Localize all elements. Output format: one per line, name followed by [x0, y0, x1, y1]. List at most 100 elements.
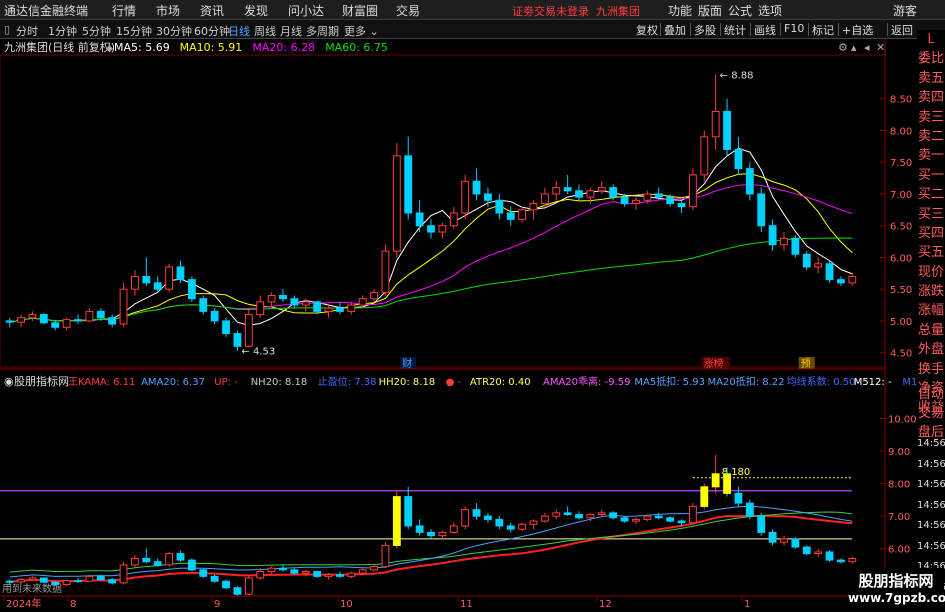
btn-tongji[interactable]: 统计: [724, 22, 746, 38]
candle-body[interactable]: [222, 320, 230, 335]
candle-body[interactable]: [370, 291, 378, 300]
candle-body[interactable]: [814, 263, 823, 268]
menu-faxian[interactable]: 发现: [244, 2, 268, 19]
candle-body[interactable]: [210, 310, 219, 322]
event-mark-label[interactable]: 财: [402, 357, 412, 370]
candle-body[interactable]: [654, 193, 663, 198]
kline-svg[interactable]: 九洲集团(日线 前复权) ◆ MA5: 5.69 MA10: 5.91 MA20: 6…: [0, 39, 945, 610]
period-more[interactable]: 更多 ⌄: [344, 23, 379, 39]
menu-banmian[interactable]: 版面: [698, 2, 722, 19]
candle-body[interactable]: [62, 319, 71, 328]
menu-shichang[interactable]: 市场: [156, 2, 180, 19]
candle-body[interactable]: [119, 288, 128, 325]
candle-body[interactable]: [108, 317, 117, 325]
btn-f10[interactable]: F10: [784, 22, 804, 35]
event-mark-label[interactable]: 预: [801, 358, 811, 370]
candle-body[interactable]: [199, 298, 208, 312]
candle-body[interactable]: [768, 225, 777, 246]
candle-body[interactable]: [256, 301, 265, 316]
btn-biaoji[interactable]: 标记: [812, 22, 834, 38]
period-1min[interactable]: 1分钟: [48, 23, 77, 39]
candle-body[interactable]: [700, 136, 709, 176]
btn-duogu[interactable]: 多股: [694, 22, 716, 38]
candle-body[interactable]: [404, 155, 413, 214]
period-5min[interactable]: 5分钟: [82, 23, 111, 39]
candle-body[interactable]: [415, 212, 424, 227]
candle-body[interactable]: [176, 266, 185, 281]
period-multi[interactable]: 多周期: [306, 23, 339, 39]
candle-body[interactable]: [563, 187, 572, 192]
period-15min[interactable]: 15分钟: [116, 23, 152, 39]
candle-body[interactable]: [347, 304, 356, 312]
candle-body[interactable]: [290, 298, 299, 306]
menu-xuanxiang[interactable]: 选项: [758, 2, 782, 19]
candle-body[interactable]: [279, 295, 287, 300]
candle-body[interactable]: [688, 174, 697, 208]
event-mark-label[interactable]: 涨榜: [704, 357, 724, 370]
period-60min[interactable]: 60分钟: [194, 23, 230, 39]
indicator-icon[interactable]: ◉: [4, 375, 14, 388]
candle-body[interactable]: [484, 193, 492, 201]
menu-jiaoyi[interactable]: 交易: [396, 2, 420, 19]
candle-body[interactable]: [5, 320, 14, 323]
candle-body[interactable]: [552, 187, 561, 195]
indicator-letter[interactable]: L: [917, 30, 945, 49]
candle-body[interactable]: [825, 263, 834, 281]
candle-body[interactable]: [609, 187, 618, 198]
candle-body[interactable]: [677, 202, 686, 208]
period-monthly[interactable]: 月线: [280, 23, 302, 39]
kline-chart-area[interactable]: 九洲集团(日线 前复权) ◆ MA5: 5.69 MA10: 5.91 MA20: 6…: [0, 30, 945, 610]
candle-body[interactable]: [17, 317, 25, 323]
candle-body[interactable]: [335, 307, 344, 312]
menu-gongshi[interactable]: 公式: [728, 2, 752, 19]
candle-body[interactable]: [597, 187, 606, 192]
candle-body[interactable]: [723, 110, 731, 151]
candle-body[interactable]: [791, 237, 800, 255]
candle-body[interactable]: [472, 180, 481, 195]
close-icon[interactable]: ✕: [876, 41, 885, 54]
period-fenshi[interactable]: 分时: [16, 23, 38, 39]
candle-body[interactable]: [540, 193, 549, 204]
candle-body[interactable]: [142, 275, 151, 284]
candle-body[interactable]: [244, 314, 253, 347]
candle-body[interactable]: [96, 310, 105, 319]
candle-body[interactable]: [313, 301, 322, 312]
candle-body[interactable]: [165, 266, 174, 290]
candle-body[interactable]: [392, 155, 401, 252]
candle-body[interactable]: [301, 301, 310, 306]
candle-body[interactable]: [745, 168, 754, 195]
settings-icon[interactable]: ⚙: [838, 41, 848, 54]
candle-body[interactable]: [187, 279, 196, 300]
candle-body[interactable]: [267, 295, 276, 303]
candle-body[interactable]: [131, 275, 139, 290]
candle-body[interactable]: [620, 196, 629, 204]
menu-wenxiaoda[interactable]: 问小达: [288, 2, 324, 19]
candle-body[interactable]: [85, 310, 94, 322]
side-mode-label[interactable]: 自动: [917, 385, 945, 404]
candle-body[interactable]: [39, 314, 48, 324]
candle-body[interactable]: [802, 253, 811, 268]
candle-body[interactable]: [837, 279, 845, 284]
candle-body[interactable]: [711, 110, 720, 138]
menu-zixun[interactable]: 资讯: [200, 2, 224, 19]
candle-body[interactable]: [643, 193, 652, 201]
candle-body[interactable]: [495, 199, 504, 214]
candle-body[interactable]: [74, 319, 82, 322]
candle-body[interactable]: [51, 322, 60, 328]
candle-body[interactable]: [666, 196, 675, 204]
candle-body[interactable]: [575, 190, 583, 198]
trade-login-warning[interactable]: 证劵交易未登录 九洲集团: [512, 3, 640, 19]
candle-body[interactable]: [632, 199, 640, 204]
candle-body[interactable]: [449, 212, 458, 227]
candle-body[interactable]: [438, 225, 447, 233]
candle-body[interactable]: [153, 282, 162, 290]
btn-diejia[interactable]: 叠加: [664, 22, 686, 38]
candle-body[interactable]: [848, 275, 857, 284]
period-30min[interactable]: 30分钟: [156, 23, 192, 39]
candle-body[interactable]: [529, 202, 538, 211]
candle-body[interactable]: [506, 212, 515, 220]
candle-body[interactable]: [757, 193, 766, 227]
period-daily[interactable]: 日线: [228, 23, 250, 39]
candle-body[interactable]: [586, 190, 595, 198]
btn-huaxian[interactable]: 画线: [754, 22, 776, 38]
